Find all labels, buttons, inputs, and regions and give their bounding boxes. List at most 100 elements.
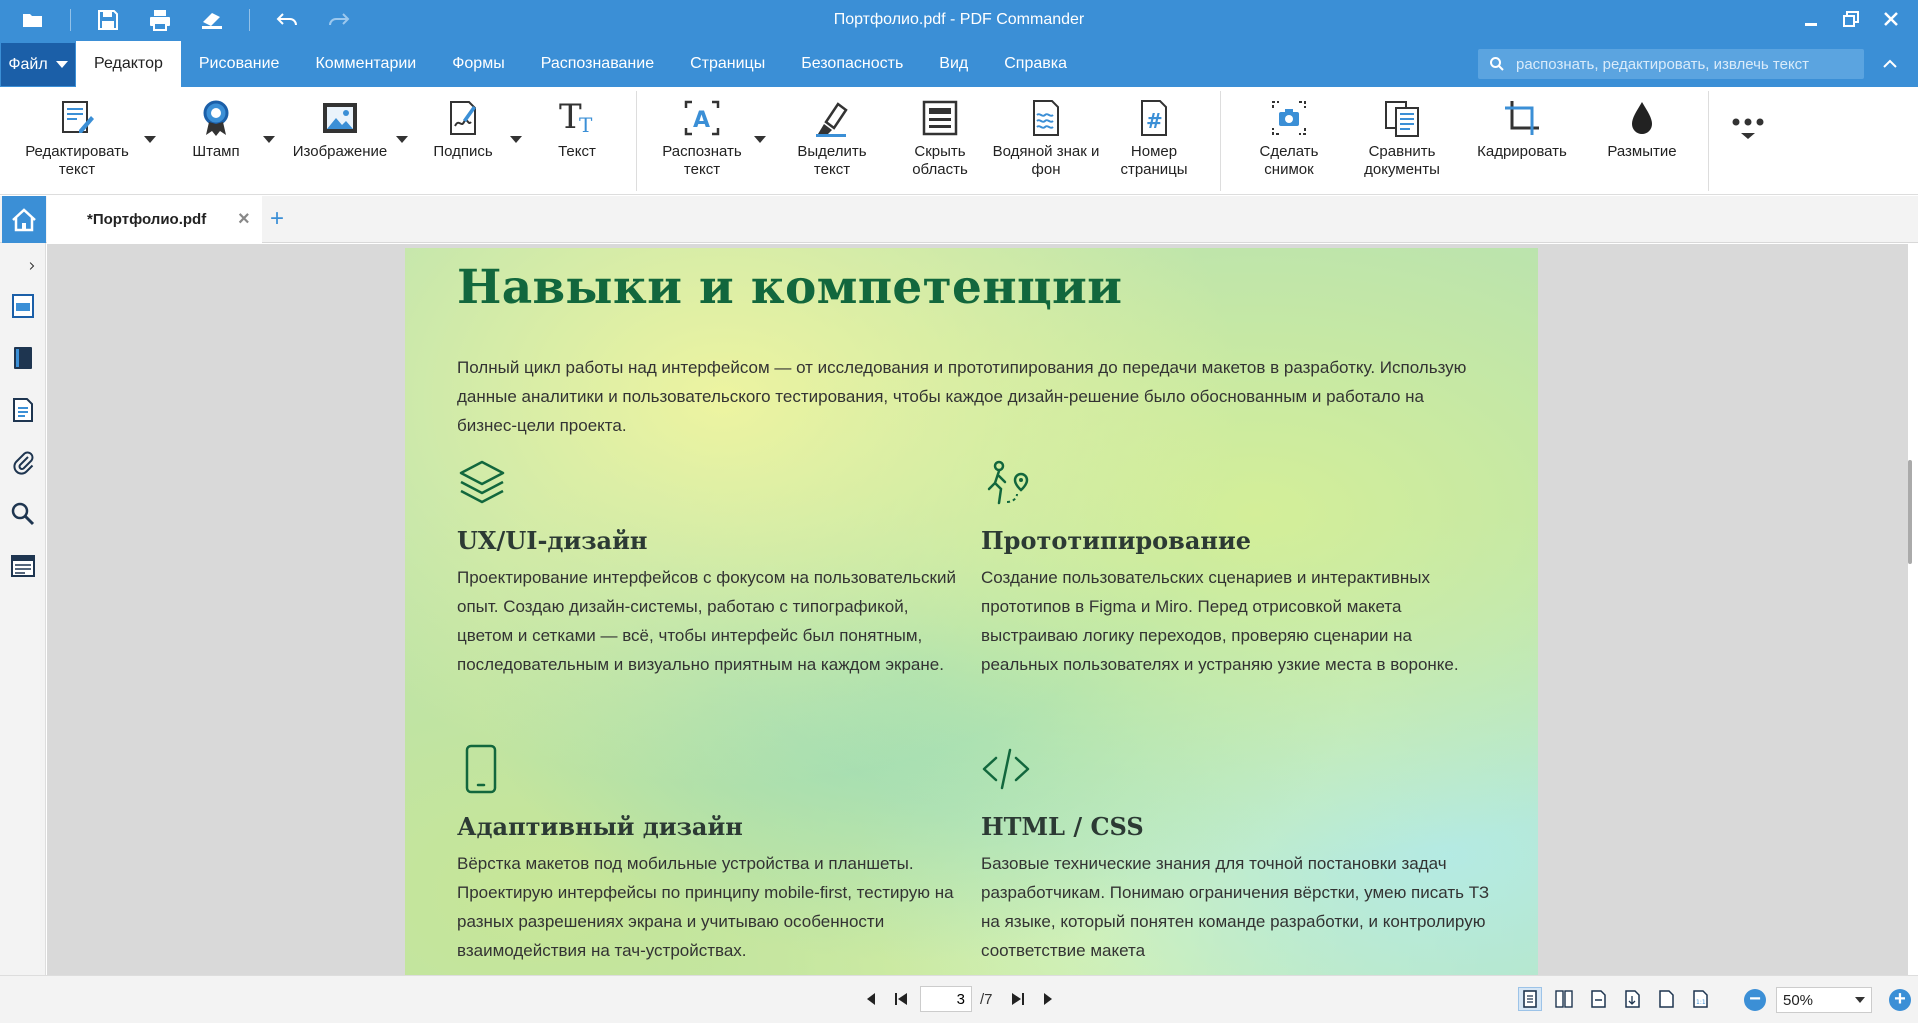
signature-dropdown-icon[interactable] — [510, 136, 522, 143]
tab-drawing[interactable]: Рисование — [181, 41, 298, 87]
skill-card-html-css: HTML / CSS Базовые технические знания дл… — [981, 744, 1491, 965]
document-viewport[interactable]: Навыки и компетенции Полный цикл работы … — [47, 244, 1908, 975]
thumbnails-icon[interactable] — [9, 291, 37, 321]
compare-documents-label: Сравнить документы — [1364, 143, 1440, 178]
page-total: /7 — [980, 990, 993, 1008]
stamp-button[interactable]: Штамп — [186, 97, 246, 161]
view-mode-buttons: 1:1 — [1518, 987, 1712, 1011]
crop-icon — [1500, 97, 1544, 139]
skill-description: Создание пользовательских сценариев и ин… — [981, 568, 1459, 674]
close-tab-icon[interactable]: × — [238, 209, 256, 229]
more-dots-icon — [1726, 101, 1770, 143]
more-tools-button[interactable] — [1728, 101, 1768, 147]
tab-comments[interactable]: Комментарии — [297, 41, 434, 87]
compare-documents-button[interactable]: Сравнить документы — [1356, 97, 1448, 179]
minimize-icon[interactable] — [1800, 8, 1822, 30]
stamp-icon — [194, 97, 238, 139]
hide-area-button[interactable]: Скрыть область — [900, 97, 980, 179]
search-document-icon[interactable] — [9, 499, 37, 529]
skill-title: UX/UI-дизайн — [457, 526, 648, 555]
one-to-one-icon[interactable]: 1:1 — [1688, 987, 1712, 1011]
caret-down-icon — [1855, 997, 1865, 1003]
actual-size-icon[interactable] — [1654, 987, 1678, 1011]
page-number-input[interactable] — [920, 986, 972, 1012]
fit-width-icon[interactable] — [1586, 987, 1610, 1011]
recognize-text-button[interactable]: A Распознать текст — [652, 97, 752, 179]
attachments-paperclip-icon[interactable] — [9, 447, 37, 477]
recognize-text-dropdown-icon[interactable] — [754, 136, 766, 143]
pdf-page: Навыки и компетенции Полный цикл работы … — [405, 248, 1538, 975]
home-button[interactable] — [2, 196, 46, 243]
expand-panel-chevron-icon[interactable] — [9, 251, 37, 281]
image-button[interactable]: Изображение — [286, 97, 394, 161]
camera-icon — [1267, 97, 1311, 139]
add-tab-icon[interactable]: + — [266, 206, 288, 232]
close-window-icon[interactable] — [1880, 8, 1902, 30]
fit-page-icon[interactable] — [1620, 987, 1644, 1011]
text-button[interactable]: TT Текст — [552, 97, 602, 161]
last-page-icon[interactable] — [1007, 986, 1029, 1012]
form-fields-icon[interactable] — [9, 551, 37, 581]
edit-text-dropdown-icon[interactable] — [144, 136, 156, 143]
first-page-icon[interactable] — [890, 986, 912, 1012]
file-menu-button[interactable]: Файл — [1, 43, 75, 86]
blur-button[interactable]: Размытие — [1598, 97, 1686, 161]
signature-icon — [441, 97, 485, 139]
tab-recognition[interactable]: Распознавание — [523, 41, 672, 87]
svg-text:#: # — [1146, 109, 1163, 133]
single-page-view-icon[interactable] — [1518, 987, 1542, 1011]
zoom-in-button[interactable]: + — [1889, 989, 1911, 1011]
page-number-button[interactable]: # Номер страницы — [1110, 97, 1198, 179]
recognize-text-label: Распознать текст — [662, 143, 742, 178]
pages-list-icon[interactable] — [9, 395, 37, 425]
stamp-dropdown-icon[interactable] — [263, 136, 275, 143]
watermark-button[interactable]: Водяной знак и фон — [990, 97, 1102, 179]
search-icon — [1478, 56, 1516, 72]
zoom-out-button[interactable]: − — [1744, 989, 1766, 1011]
edit-text-icon — [55, 97, 99, 139]
search-box — [1478, 49, 1864, 79]
image-dropdown-icon[interactable] — [396, 136, 408, 143]
next-page-icon[interactable] — [1037, 986, 1059, 1012]
edit-text-button[interactable]: Редактировать текст — [18, 97, 136, 179]
left-sidebar — [0, 243, 46, 975]
document-tab-portfolio[interactable]: *Портфолио.pdf × — [47, 196, 262, 243]
crop-button[interactable]: Кадрировать — [1470, 97, 1574, 161]
continuous-view-icon[interactable] — [1552, 987, 1576, 1011]
highlight-text-button[interactable]: Выделить текст — [784, 97, 880, 179]
window-title: Портфолио.pdf - PDF Commander — [833, 11, 1085, 28]
tab-security[interactable]: Безопасность — [783, 41, 921, 87]
previous-page-icon[interactable] — [860, 986, 882, 1012]
watermark-icon — [1024, 97, 1068, 139]
window-controls — [1800, 8, 1902, 30]
smartphone-icon — [457, 744, 509, 796]
title-bar: Портфолио.pdf - PDF Commander — [0, 0, 1918, 41]
signature-button[interactable]: Подпись — [428, 97, 498, 161]
vertical-scrollbar-thumb[interactable] — [1908, 460, 1912, 564]
restore-icon[interactable] — [1840, 8, 1862, 30]
collapse-ribbon-icon[interactable] — [1880, 54, 1900, 74]
tab-help[interactable]: Справка — [986, 41, 1085, 87]
tab-forms[interactable]: Формы — [434, 41, 522, 87]
zoom-level-select[interactable]: 50% — [1776, 987, 1872, 1013]
watermark-label: Водяной знак и фон — [992, 143, 1100, 178]
skill-card-prototyping: Прототипирование Создание пользовательск… — [981, 458, 1491, 679]
tab-view[interactable]: Вид — [921, 41, 986, 87]
page-navigation: /7 — [860, 986, 1059, 1012]
ribbon-toolbar: Редактировать текст Штамп Изображение По… — [0, 87, 1918, 195]
svg-text:A: A — [693, 108, 710, 133]
droplet-icon — [1620, 97, 1664, 139]
skill-description: Проектирование интерфейсов с фокусом на … — [457, 568, 956, 674]
snapshot-button[interactable]: Сделать снимок — [1246, 97, 1332, 179]
tab-editor[interactable]: Редактор — [76, 41, 181, 87]
search-input[interactable] — [1516, 55, 1846, 73]
crop-label: Кадрировать — [1477, 143, 1567, 160]
skill-card-ux-ui: UX/UI-дизайн Проектирование интерфейсов … — [457, 458, 967, 679]
skill-description: Базовые технические знания для точной по… — [981, 854, 1490, 960]
highlighter-icon — [810, 97, 854, 139]
file-menu-label: Файл — [8, 55, 48, 73]
tab-pages[interactable]: Страницы — [672, 41, 783, 87]
page-number-label: Номер страницы — [1120, 143, 1188, 178]
code-icon — [981, 744, 1033, 796]
bookmarks-icon[interactable] — [9, 343, 37, 373]
